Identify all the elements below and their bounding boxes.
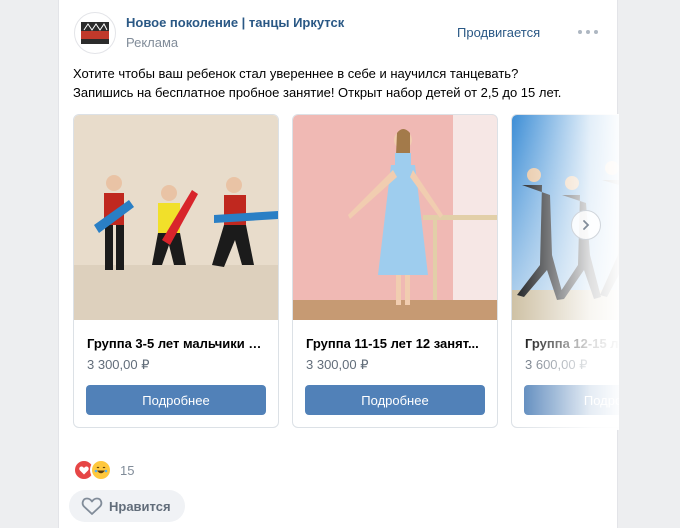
ad-post: Новое поколение | танцы Иркутск Реклама … [58, 0, 619, 528]
product-title[interactable]: Группа 12-15 ле [525, 336, 619, 351]
product-card[interactable]: Группа 11-15 лет 12 занят... 3 300,00 ₽ … [292, 114, 498, 428]
product-carousel[interactable]: Группа 3-5 лет мальчики 1... 3 300,00 ₽ … [73, 114, 619, 430]
carousel-next-button[interactable] [571, 210, 601, 240]
product-card[interactable]: Группа 12-15 ле 3 600,00 ₽ Подробне [511, 114, 619, 428]
post-text-line: Запишись на бесплатное пробное занятие! … [73, 85, 562, 100]
product-photo[interactable] [74, 115, 278, 320]
community-avatar[interactable] [74, 12, 116, 54]
laugh-reaction-icon [90, 459, 112, 481]
details-button[interactable]: Подробнее [305, 385, 485, 415]
product-card[interactable]: Группа 3-5 лет мальчики 1... 3 300,00 ₽ … [73, 114, 279, 428]
chevron-right-icon [583, 220, 590, 230]
like-label: Нравится [109, 498, 171, 514]
like-heart-icon [81, 497, 103, 515]
community-name-link[interactable]: Новое поколение | танцы Иркутск [126, 15, 344, 30]
post-text: Хотите чтобы ваш ребенок стал увереннее … [73, 64, 603, 102]
promoted-link[interactable]: Продвигается [457, 25, 540, 40]
like-button[interactable]: Нравится [69, 490, 185, 522]
more-icon[interactable] [578, 24, 598, 40]
details-button[interactable]: Подробнее [86, 385, 266, 415]
product-title[interactable]: Группа 3-5 лет мальчики 1... [87, 336, 265, 351]
details-button[interactable]: Подробне [524, 385, 619, 415]
reactions-count: 15 [120, 462, 135, 478]
product-price: 3 300,00 ₽ [306, 357, 369, 372]
product-title[interactable]: Группа 11-15 лет 12 занят... [306, 336, 484, 351]
product-photo[interactable] [512, 115, 619, 320]
post-text-line: Хотите чтобы ваш ребенок стал увереннее … [73, 66, 519, 81]
product-price: 3 300,00 ₽ [87, 357, 150, 372]
ad-label: Реклама [126, 35, 179, 50]
product-price: 3 600,00 ₽ [525, 357, 588, 372]
product-photo[interactable] [293, 115, 497, 320]
reactions-summary[interactable]: 15 [73, 459, 134, 481]
